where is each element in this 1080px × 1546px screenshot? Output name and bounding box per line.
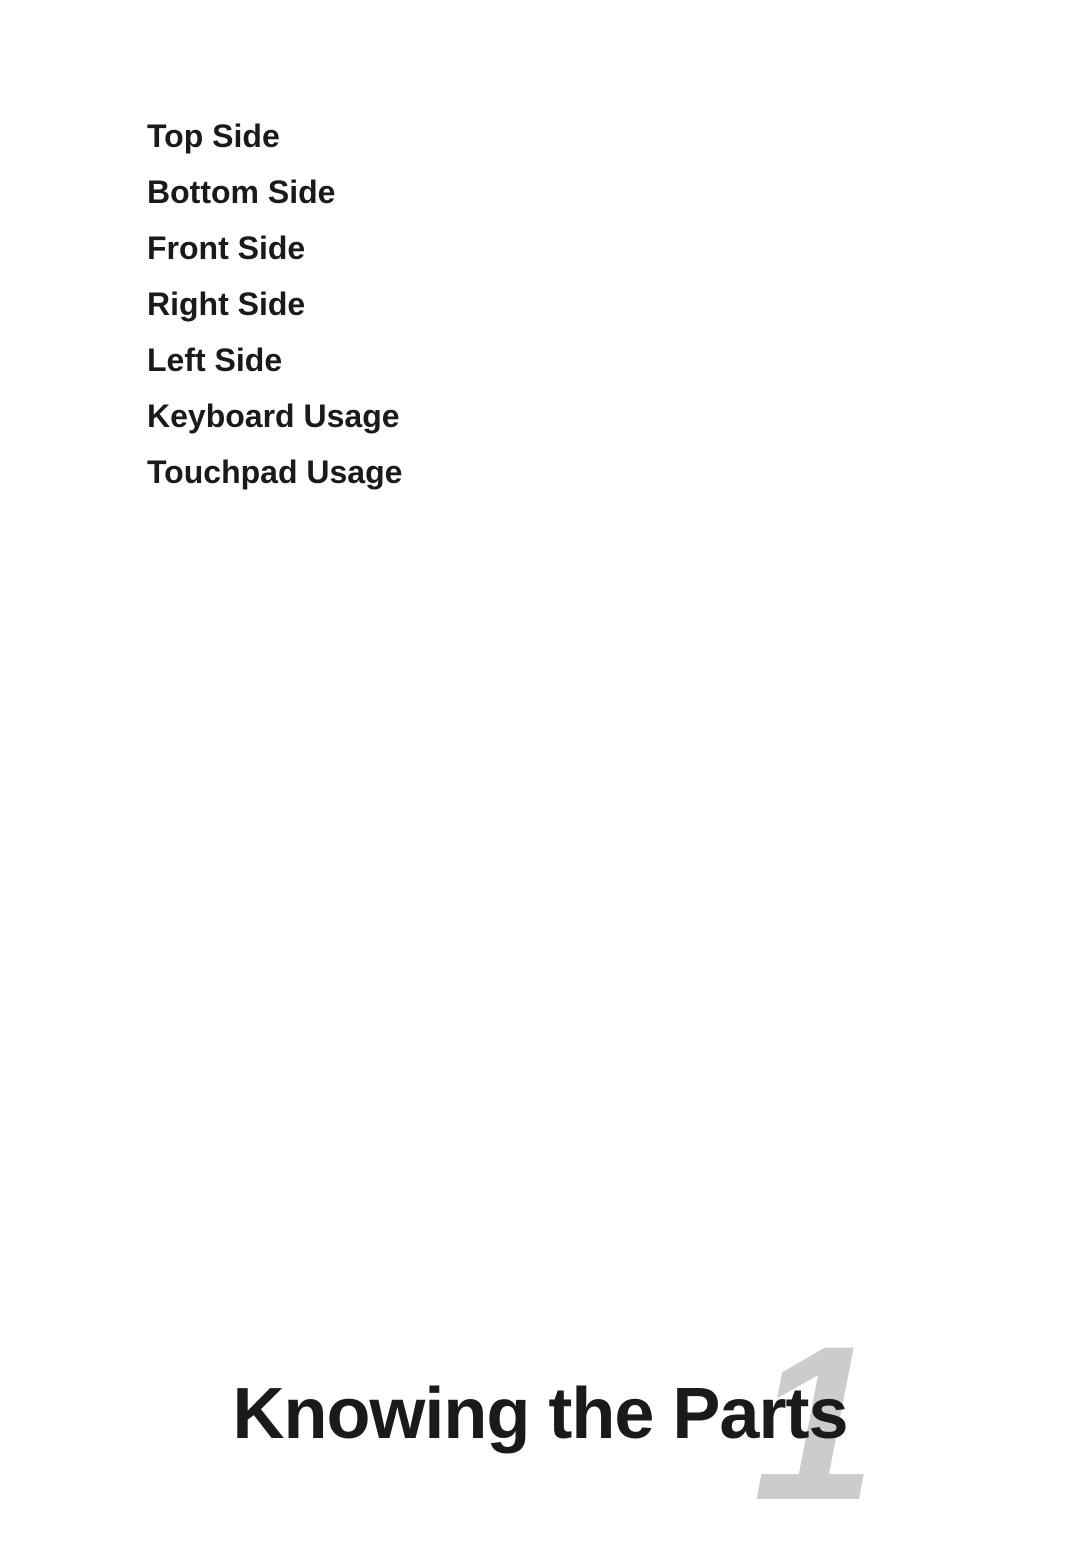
table-of-contents: Top Side Bottom Side Front Side Right Si…: [147, 108, 402, 500]
toc-item-left-side[interactable]: Left Side: [147, 332, 402, 388]
toc-item-touchpad-usage[interactable]: Touchpad Usage: [147, 444, 402, 500]
toc-item-right-side[interactable]: Right Side: [147, 276, 402, 332]
toc-item-top-side[interactable]: Top Side: [147, 108, 402, 164]
toc-item-bottom-side[interactable]: Bottom Side: [147, 164, 402, 220]
chapter-number-wrapper: 1 Knowing the Parts: [232, 1373, 847, 1455]
chapter-title: Knowing the Parts: [232, 1374, 847, 1454]
toc-item-front-side[interactable]: Front Side: [147, 220, 402, 276]
chapter-section: 1 Knowing the Parts: [0, 1373, 1080, 1455]
toc-item-keyboard-usage[interactable]: Keyboard Usage: [147, 388, 402, 444]
